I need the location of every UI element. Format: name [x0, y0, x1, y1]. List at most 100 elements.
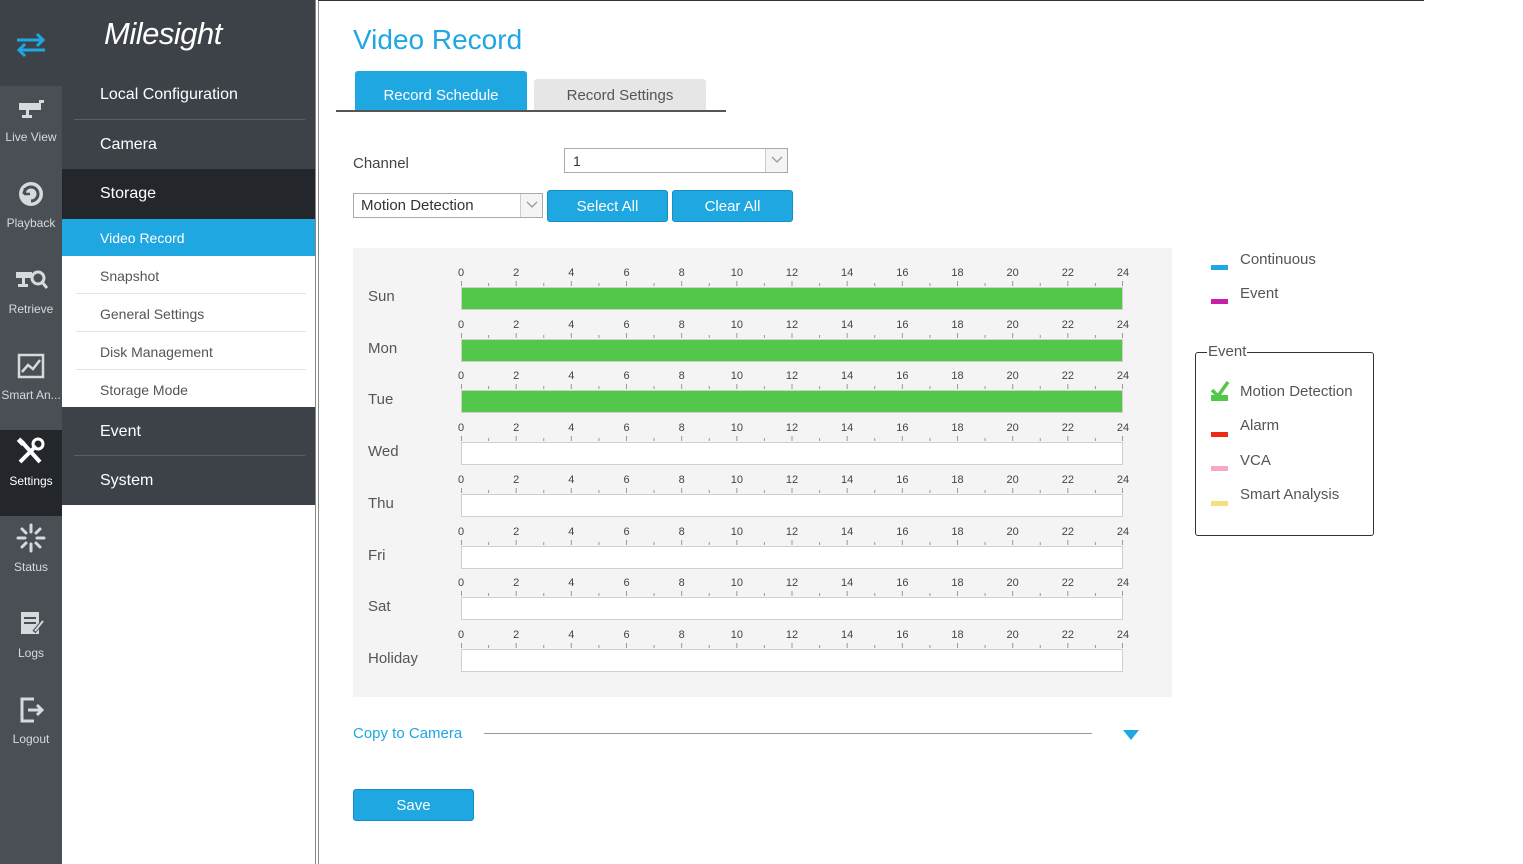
day-schedule-bar[interactable]: [461, 390, 1123, 414]
alarm-swatch[interactable]: [1211, 432, 1228, 437]
legend-smart-analysis[interactable]: Smart Analysis: [1240, 486, 1339, 503]
rail-item-playback[interactable]: Playback: [0, 172, 62, 258]
hour-tick-label: 10: [730, 370, 743, 383]
hour-tick-label: 0: [457, 473, 465, 486]
hour-tick-label: 20: [1006, 525, 1019, 538]
menu-event[interactable]: Event: [62, 407, 315, 457]
day-schedule-bar[interactable]: [461, 545, 1123, 569]
rail-item-live-view[interactable]: Live View: [0, 86, 62, 172]
hour-tick-marks: [461, 642, 1123, 648]
hour-tick-label: 12: [785, 370, 799, 383]
legend-vca[interactable]: VCA: [1240, 452, 1271, 469]
swap-arrows-icon: [16, 32, 46, 58]
submenu-storage-mode[interactable]: Storage Mode: [62, 371, 315, 409]
logs-icon: [21, 612, 46, 634]
hour-tick-label: 6: [623, 422, 630, 435]
hour-tick-label: 20: [1006, 473, 1019, 486]
hour-tick-label: 14: [841, 370, 854, 383]
hour-tick-label: 12: [785, 267, 799, 279]
milesight-logo: Milesight: [104, 16, 222, 51]
rail-item-logout[interactable]: Logout: [0, 688, 62, 774]
hour-tick-label: 8: [678, 370, 685, 383]
hour-tick-label: 18: [951, 525, 964, 538]
expand-arrow-icon[interactable]: [1122, 729, 1140, 741]
chevron-down-icon[interactable]: [520, 194, 542, 217]
submenu-divider: [76, 293, 306, 294]
rail-label-status: Status: [13, 560, 49, 574]
hour-tick-label: 18: [951, 267, 964, 279]
hour-tick-label: 8: [678, 525, 685, 538]
hour-tick-marks: [461, 591, 1123, 597]
hour-tick-label: 24: [1116, 422, 1130, 435]
hour-tick-label: 0: [457, 318, 465, 331]
submenu-video-record[interactable]: Video Record: [62, 219, 315, 256]
hour-tick-label: 22: [1061, 473, 1074, 486]
live-view-icon: [19, 100, 44, 118]
tab-record-settings[interactable]: Record Settings: [534, 79, 706, 111]
hour-ticks: 0 2 4 6 8 10 12 14 16 18 20 22 24: [457, 318, 1129, 333]
smart-analysis-swatch[interactable]: [1211, 501, 1228, 506]
rail-label-smart-analysis: Smart An...: [1, 388, 61, 402]
hour-tick-label: 0: [457, 370, 465, 383]
day-schedule-bar[interactable]: [461, 287, 1123, 310]
submenu-disk-management[interactable]: Disk Management: [62, 333, 315, 371]
legend-alarm[interactable]: Alarm: [1240, 417, 1279, 434]
hour-tick-label: 10: [730, 267, 743, 279]
menu-local-configuration[interactable]: Local Configuration: [62, 70, 315, 120]
menu-toggle-button[interactable]: [0, 0, 62, 86]
hour-tick-label: 8: [678, 422, 685, 435]
legend-motion-detection[interactable]: Motion Detection: [1240, 383, 1353, 400]
submenu-general-settings[interactable]: General Settings: [62, 295, 315, 333]
hour-tick-label: 24: [1116, 370, 1130, 383]
submenu-snapshot[interactable]: Snapshot: [62, 257, 315, 295]
day-schedule-bar[interactable]: [461, 442, 1123, 466]
tab-record-schedule[interactable]: Record Schedule: [355, 71, 527, 111]
rail-item-settings[interactable]: Settings: [0, 430, 62, 516]
rail-item-retrieve[interactable]: Retrieve: [0, 258, 62, 344]
hour-tick-label: 14: [841, 318, 854, 331]
menu-storage[interactable]: Storage: [62, 169, 315, 219]
day-schedule-bar[interactable]: [461, 338, 1123, 362]
hour-tick-label: 12: [785, 525, 799, 538]
rail-item-smart-analysis[interactable]: Smart An...: [0, 344, 62, 430]
hour-tick-label: 20: [1006, 370, 1019, 383]
save-button[interactable]: Save: [353, 789, 474, 821]
menu-camera[interactable]: Camera: [62, 120, 315, 170]
legend-continuous: Continuous: [1240, 251, 1316, 268]
retrieve-icon: [16, 270, 48, 289]
hour-tick-label: 22: [1061, 267, 1074, 279]
hour-tick-label: 14: [841, 422, 854, 435]
hour-tick-label: 6: [623, 267, 630, 279]
settings-menu: Milesight Local Configuration Camera Sto…: [62, 0, 315, 864]
menu-system[interactable]: System: [62, 456, 315, 505]
channel-select[interactable]: 1: [564, 148, 788, 173]
clear-all-button[interactable]: Clear All: [672, 190, 793, 222]
chevron-down-icon[interactable]: [765, 149, 787, 172]
hour-tick-label: 2: [513, 628, 520, 641]
hour-tick-label: 8: [678, 628, 685, 641]
hour-tick-label: 10: [730, 422, 743, 435]
legend-event: Event: [1240, 285, 1279, 302]
hour-tick-label: 4: [568, 628, 575, 641]
day-schedule-bar[interactable]: [461, 648, 1123, 672]
hour-tick-label: 18: [951, 318, 964, 331]
vca-swatch[interactable]: [1211, 466, 1228, 471]
hour-tick-label: 18: [951, 370, 964, 383]
logout-icon: [20, 697, 45, 723]
day-schedule-bar[interactable]: [461, 597, 1123, 621]
hour-tick-label: 12: [785, 577, 799, 590]
check-icon[interactable]: [1210, 380, 1230, 408]
record-mode-select[interactable]: Motion Detection: [353, 193, 543, 218]
day-schedule-bar[interactable]: [461, 493, 1123, 517]
hour-tick-label: 0: [457, 628, 465, 641]
hour-tick-label: 2: [513, 525, 520, 538]
hour-tick-label: 6: [623, 525, 630, 538]
rail-item-status[interactable]: Status: [0, 516, 62, 602]
copy-to-camera-link[interactable]: Copy to Camera: [353, 725, 462, 742]
rail-item-logs[interactable]: Logs: [0, 602, 62, 688]
hour-tick-label: 14: [841, 267, 854, 279]
hour-tick-label: 2: [513, 577, 520, 590]
select-all-button[interactable]: Select All: [547, 190, 668, 222]
app-window: Live View Playback Retrieve Smart An... …: [0, 0, 1523, 864]
day-label: Holiday: [368, 649, 419, 667]
